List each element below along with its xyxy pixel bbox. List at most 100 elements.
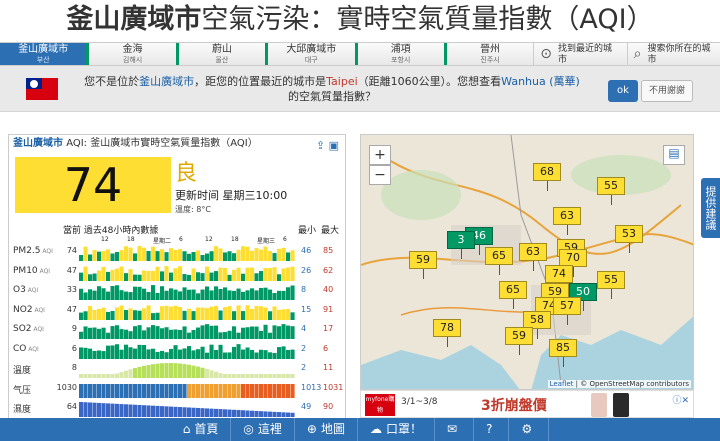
sparkline-bar (232, 253, 237, 261)
row-sparkline (79, 304, 295, 320)
bottom-nav-item[interactable]: ✉ (435, 418, 475, 441)
sparkline-bar (214, 383, 219, 398)
bottom-nav-item[interactable]: ☁ 口罩！ (358, 418, 436, 441)
sparkline-bar (196, 348, 201, 359)
sparkline-bar (196, 383, 201, 398)
zoom-in-button[interactable]: + (369, 145, 391, 165)
page-title-city: 釜山廣域市 (66, 4, 202, 35)
bottom-nav-item[interactable]: ⌂ 首頁 (171, 418, 232, 441)
notice-near-city[interactable]: Taipei (326, 75, 358, 88)
sparkline-bar (241, 410, 246, 417)
sparkline-bar (250, 349, 255, 359)
aqi-map-marker[interactable]: 63 (553, 207, 581, 235)
sparkline-bar (245, 304, 250, 320)
sparkline-bar (160, 383, 165, 398)
sparkline-bar (227, 351, 232, 359)
sparkline-bar (268, 332, 273, 339)
widget-icon[interactable]: ▣ (329, 139, 339, 152)
aqi-map-marker[interactable]: 59 (505, 327, 533, 355)
sparkline-bar (97, 374, 102, 378)
sparkline-bar (155, 326, 160, 339)
aqi-map-marker[interactable]: 55 (597, 271, 625, 299)
share-icon[interactable]: ⇪ (316, 139, 325, 152)
sparkline-bar (151, 246, 156, 261)
sparkline-bar (110, 310, 115, 320)
sparkline-bar (286, 325, 291, 339)
notice-city-link[interactable]: 釜山廣域市 (139, 75, 194, 88)
city-tab-gimhae[interactable]: 金海 김해시 (86, 43, 175, 65)
history-row: CO AQI 6 2 6 (9, 341, 345, 361)
sparkline-bar (115, 325, 120, 339)
sparkline-bar (272, 305, 277, 320)
aqi-map-marker[interactable]: 63 (519, 243, 547, 271)
sparkline-bar (142, 247, 147, 261)
sparkline-bar (254, 248, 259, 261)
bottom-nav-item[interactable]: ⊕ 地圖 (295, 418, 358, 441)
nearest-city-button[interactable]: ⊙ 找到最近的城市 (533, 43, 626, 65)
search-city-button[interactable]: ⌕ 搜索你所在的城市 (626, 43, 720, 65)
sparkline-bar (196, 307, 201, 320)
city-tab-daegu[interactable]: 大邱廣域市 대구 (265, 43, 354, 65)
row-current: 64 (66, 402, 77, 411)
layers-icon[interactable]: ▤ (663, 145, 685, 165)
sparkline-bar (128, 247, 133, 261)
aqi-map-marker[interactable]: 55 (597, 177, 625, 205)
aqi-map-marker[interactable]: 57 (553, 297, 581, 325)
aqi-map-marker[interactable]: 74 (545, 265, 573, 293)
map[interactable]: + − ▤ 68 55 63 53 46 3 59 65 63 59 70 74 55 65 59 50 74 5… (360, 134, 694, 390)
aqi-map-marker[interactable]: 65 (499, 281, 527, 309)
sparkline-bar (200, 289, 205, 300)
sparkline-bar (106, 383, 111, 398)
row-max: 6 (323, 343, 329, 353)
sparkline-bar (101, 383, 106, 398)
bottom-nav-item[interactable]: ◎ 這裡 (231, 418, 295, 441)
notice-dismiss-button[interactable]: 不用謝謝 (641, 80, 693, 102)
aqi-map-marker[interactable]: 68 (533, 163, 561, 191)
aqi-map-marker[interactable]: 3 (447, 231, 475, 259)
sparkline-bar (236, 332, 241, 339)
sparkline-bar (245, 290, 250, 300)
row-min: 26 (301, 265, 312, 275)
sparkline-bar (124, 344, 129, 359)
sparkline-bar (142, 270, 147, 281)
notice-ok-button[interactable]: ok (608, 80, 638, 102)
aqi-map-marker[interactable]: 59 (409, 251, 437, 279)
aqi-map-marker[interactable]: 85 (549, 339, 577, 367)
row-max: 85 (323, 246, 334, 255)
zoom-out-button[interactable]: − (369, 165, 391, 185)
sparkline-bar (254, 410, 259, 417)
notice-alt-city-link[interactable]: Wanhua (萬華) (501, 75, 580, 88)
sparkline-bar (88, 348, 93, 359)
sparkline-bar (83, 383, 88, 398)
sparkline-bar (182, 347, 187, 359)
sparkline-bar (259, 305, 264, 320)
sparkline-bar (178, 249, 183, 261)
sparkline-bar (268, 267, 273, 281)
aqi-map-marker[interactable]: 78 (433, 319, 461, 347)
sparkline-bar (218, 248, 223, 261)
row-current: 9 (71, 324, 77, 333)
sparkline-bar (178, 383, 183, 398)
sparkline-bar (128, 404, 133, 417)
city-tab-jinju[interactable]: 晉州 진주시 (443, 43, 533, 65)
sparkline-bar (232, 269, 237, 281)
aqi-map-marker[interactable]: 53 (615, 225, 643, 253)
ad-info-icon[interactable]: ⓘ✕ (672, 393, 689, 406)
ad-banner[interactable]: myfone購物 3/1~3/8 3折崩盤價 ⓘ✕ (360, 390, 694, 418)
row-sparkline (79, 383, 295, 398)
sparkline-bar (173, 250, 178, 261)
sparkline-bar (191, 252, 196, 261)
city-tab-pohang[interactable]: 浦項 포항시 (354, 43, 444, 65)
feedback-tab[interactable]: 提供建議 (701, 178, 720, 238)
city-tab-ulsan[interactable]: 蔚山 울산 (175, 43, 265, 65)
bottom-nav-item[interactable]: ? (474, 418, 510, 441)
city-tab-busan[interactable]: 釜山廣域市 부산 (0, 43, 87, 65)
sparkline-bar (205, 352, 210, 359)
aqi-map-marker[interactable]: 65 (485, 247, 513, 275)
aqi-panel: 釜山廣域市 AQI: 釜山廣域市實時空氣質量指數（AQI） ⇪ ▣ 74 良 更… (8, 134, 346, 437)
row-sparkline (79, 246, 295, 261)
sparkline-bar (241, 310, 246, 320)
sparkline-bar (137, 383, 142, 398)
bottom-nav-item[interactable]: ⚙ (509, 418, 550, 441)
sparkline-bar (263, 307, 268, 320)
